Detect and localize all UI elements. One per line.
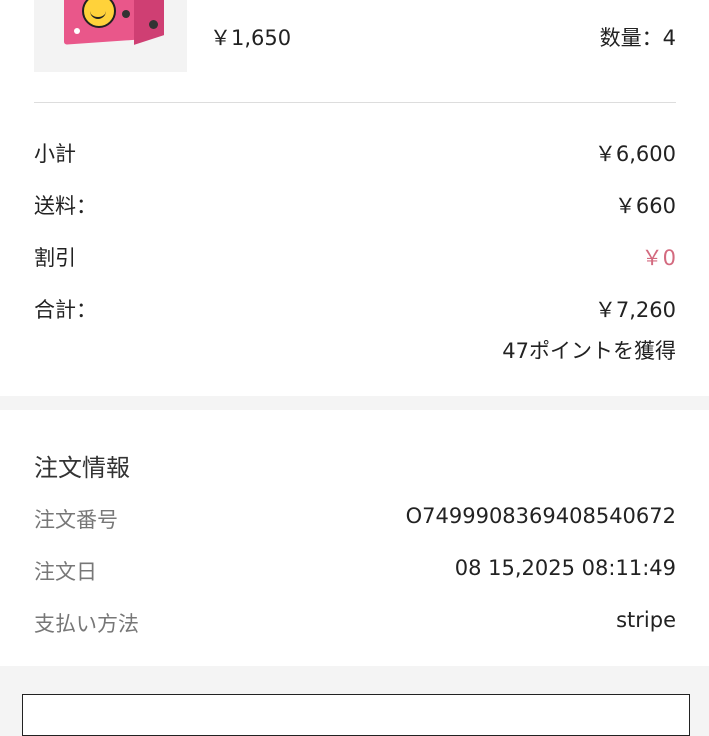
payment-method-row: 支払い方法 stripe [34,608,676,638]
order-date-label: 注文日 [34,560,97,584]
subtotal-label: 小計 [34,142,76,166]
decoration-dot [149,20,158,29]
shipping-row: 送料： ￥660 [34,190,676,220]
shipping-label: 送料： [34,194,97,218]
discount-label: 割引 [34,246,76,270]
total-value: ￥7,260 [594,298,676,322]
order-number-label: 注文番号 [34,508,118,532]
order-number-value[interactable]: O7499908369408540672 [406,504,676,534]
divider [34,102,676,103]
order-info-card: 注文情報 注文番号 O7499908369408540672 注文日 08 15… [0,410,709,666]
product-thumbnail[interactable] [34,0,187,72]
shipping-value: ￥660 [614,194,676,218]
order-date-value: 08 15,2025 08:11:49 [454,556,676,580]
order-date-row: 注文日 08 15,2025 08:11:49 [34,556,676,586]
payment-method-label: 支払い方法 [34,612,139,636]
total-label: 合計： [34,298,97,322]
decoration-dot [74,28,80,34]
order-number-row: 注文番号 O7499908369408540672 [34,504,676,534]
payment-method-value: stripe [616,608,676,632]
decoration-dot [122,10,130,18]
total-row: 合計： ￥7,260 [34,294,676,324]
discount-value: ￥0 [641,246,676,270]
subtotal-row: 小計 ￥6,600 [34,138,676,168]
bottom-action-button[interactable] [22,694,690,736]
product-quantity: 数量：4 [599,26,676,50]
discount-row: 割引 ￥0 [34,242,676,272]
points-earned: 47ポイントを獲得 [502,339,676,363]
product-price: ￥1,650 [210,26,292,50]
order-summary-card: ￥1,650 数量：4 小計 ￥6,600 送料： ￥660 割引 ￥0 合計：… [0,0,709,396]
section-title: 注文情報 [34,454,130,482]
subtotal-value: ￥6,600 [594,142,676,166]
